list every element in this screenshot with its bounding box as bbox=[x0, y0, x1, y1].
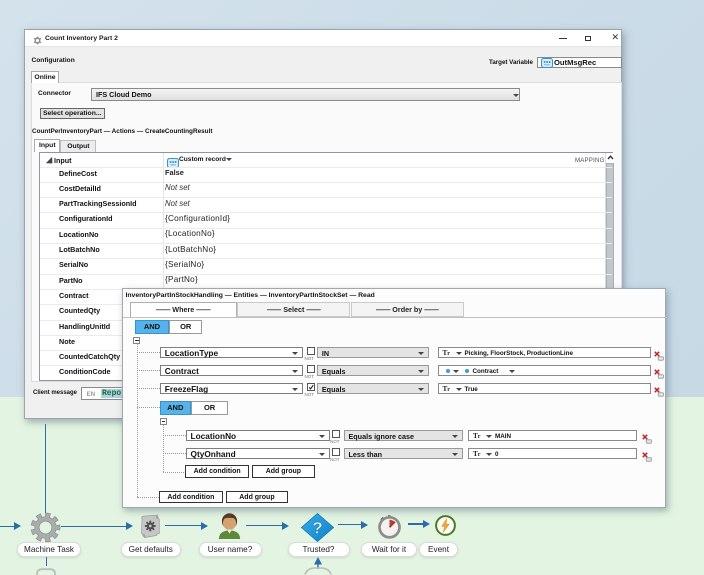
svg-text:?: ? bbox=[312, 518, 322, 537]
